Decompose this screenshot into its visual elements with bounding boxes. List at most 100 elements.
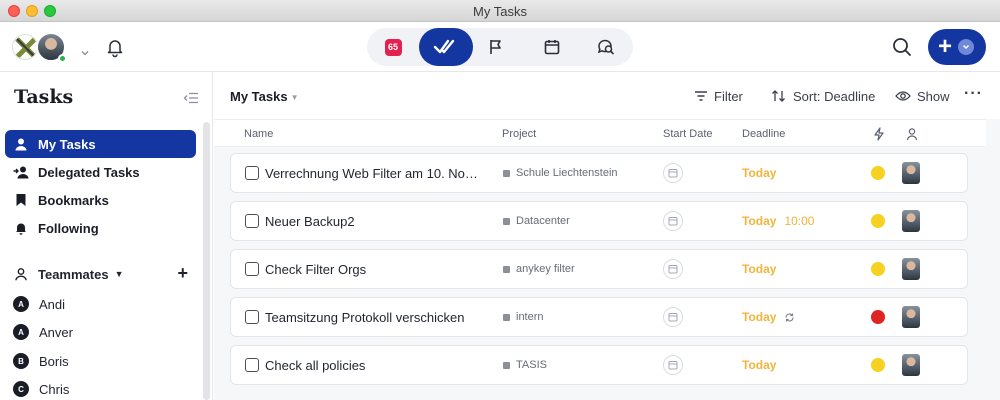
task-checkbox[interactable] — [245, 310, 259, 324]
show-button[interactable]: Show — [895, 86, 950, 106]
teammate-item[interactable]: A Andi — [13, 293, 65, 315]
column-header-start-date[interactable]: Start Date — [663, 128, 713, 140]
task-list-scrollbar[interactable] — [986, 119, 1000, 400]
task-deadline[interactable]: Today — [742, 358, 776, 372]
start-date-button[interactable] — [663, 307, 683, 327]
assignee-avatar[interactable] — [902, 258, 920, 280]
task-project[interactable]: Datacenter — [503, 215, 570, 227]
nav-overview-button[interactable]: 65 — [371, 28, 415, 66]
teammate-item[interactable]: C Chris — [13, 378, 69, 400]
list-toolbar: My Tasks ▼ Filter Sort: Deadline Show ··· — [214, 72, 1000, 119]
filter-icon — [695, 91, 707, 101]
plus-icon: + — [938, 33, 953, 60]
task-name[interactable]: Check Filter Orgs — [265, 262, 479, 277]
tasks-check-icon — [433, 39, 455, 54]
sidebar-item-label: Bookmarks — [38, 192, 109, 208]
sidebar-item-following[interactable]: Following — [5, 214, 196, 242]
column-header-name[interactable]: Name — [244, 128, 273, 140]
task-deadline[interactable]: Today — [742, 262, 776, 276]
filter-button[interactable]: Filter — [694, 86, 743, 106]
energy-indicator[interactable] — [871, 262, 885, 276]
teammate-item[interactable]: B Boris — [13, 350, 69, 372]
start-date-button[interactable] — [663, 355, 683, 375]
sidebar-scrollbar[interactable] — [203, 122, 210, 400]
task-checkbox[interactable] — [245, 262, 259, 276]
nav-chat-button[interactable] — [591, 28, 621, 66]
assignee-avatar[interactable] — [902, 306, 920, 328]
filter-label: Filter — [714, 88, 743, 104]
sidebar-item-bookmarks[interactable]: Bookmarks — [5, 186, 196, 214]
task-row[interactable]: Check all policies TASIS Today — [230, 345, 968, 385]
teammate-avatar: C — [13, 381, 29, 397]
person-icon — [13, 136, 29, 152]
sidebar-item-label: Following — [38, 220, 99, 236]
assignee-avatar[interactable] — [902, 354, 920, 376]
task-deadline[interactable]: Today — [742, 310, 795, 324]
sidebar-title: Tasks — [14, 86, 74, 108]
calendar-icon — [668, 265, 678, 274]
start-date-button[interactable] — [663, 259, 683, 279]
project-color-square — [503, 169, 510, 177]
task-project[interactable]: intern — [503, 311, 544, 323]
column-header-project[interactable]: Project — [502, 128, 536, 140]
start-date-button[interactable] — [663, 211, 683, 231]
sidebar-item-delegated-tasks[interactable]: Delegated Tasks — [5, 158, 196, 186]
task-deadline[interactable]: Today — [742, 166, 776, 180]
nav-calendar-button[interactable] — [537, 28, 567, 66]
add-button[interactable]: + — [928, 29, 986, 65]
task-checkbox[interactable] — [245, 358, 259, 372]
teammate-item[interactable]: A Anver — [13, 321, 73, 343]
calendar-icon — [668, 361, 678, 370]
energy-indicator[interactable] — [871, 310, 885, 324]
task-checkbox[interactable] — [245, 166, 259, 180]
account-switcher[interactable] — [12, 32, 89, 64]
sidebar-item-my-tasks[interactable]: My Tasks — [5, 130, 196, 158]
task-row[interactable]: Verrechnung Web Filter am 10. November S… — [230, 153, 968, 193]
task-name[interactable]: Verrechnung Web Filter am 10. November — [265, 166, 479, 181]
workspace-logo-icon — [12, 34, 38, 60]
start-date-button[interactable] — [663, 163, 683, 183]
bell-icon[interactable] — [104, 36, 126, 58]
more-options-button[interactable]: ··· — [964, 84, 983, 104]
search-icon[interactable] — [890, 35, 914, 59]
sidebar-item-label: Delegated Tasks — [38, 164, 140, 180]
sidebar-item-label: My Tasks — [38, 136, 96, 152]
sort-button[interactable]: Sort: Deadline — [771, 86, 875, 106]
task-name[interactable]: Neuer Backup2 — [265, 214, 479, 229]
lightning-icon[interactable] — [873, 127, 885, 141]
energy-indicator[interactable] — [871, 166, 885, 180]
task-checkbox[interactable] — [245, 214, 259, 228]
task-project-label: Datacenter — [516, 215, 570, 227]
person-outline-icon — [13, 266, 29, 282]
chevron-down-icon — [81, 51, 89, 56]
collapse-sidebar-icon[interactable] — [183, 90, 199, 106]
task-project[interactable]: TASIS — [503, 359, 547, 371]
task-name[interactable]: Check all policies — [265, 358, 479, 373]
energy-indicator[interactable] — [871, 214, 885, 228]
task-deadline[interactable]: Today 10:00 — [742, 214, 814, 228]
deadline-label: Today — [742, 262, 777, 276]
teammate-avatar: A — [13, 296, 29, 312]
teammates-header[interactable]: Teammates ▼ + — [5, 260, 196, 288]
energy-indicator[interactable] — [871, 358, 885, 372]
bookmark-icon — [13, 192, 29, 208]
add-teammate-button[interactable]: + — [177, 264, 188, 282]
task-row[interactable]: Check Filter Orgs anykey filter Today — [230, 249, 968, 289]
task-row[interactable]: Teamsitzung Protokoll verschicken intern… — [230, 297, 968, 337]
assignee-avatar[interactable] — [902, 210, 920, 232]
task-project[interactable]: anykey filter — [503, 263, 575, 275]
nav-goals-button[interactable] — [481, 28, 511, 66]
assignee-icon[interactable] — [906, 127, 918, 141]
task-row[interactable]: Neuer Backup2 Datacenter Today 10:00 — [230, 201, 968, 241]
task-project[interactable]: Schule Liechtenstein — [503, 167, 618, 179]
column-header-deadline[interactable]: Deadline — [742, 128, 785, 140]
teammate-name: Chris — [39, 381, 70, 397]
project-color-square — [503, 313, 510, 321]
assignee-avatar[interactable] — [902, 162, 920, 184]
calendar-icon — [668, 313, 678, 322]
delegate-icon — [13, 164, 29, 180]
task-name[interactable]: Teamsitzung Protokoll verschicken — [265, 310, 479, 325]
chevron-down-icon[interactable] — [958, 39, 975, 55]
nav-tasks-button[interactable] — [419, 28, 473, 66]
view-selector[interactable]: My Tasks ▼ — [230, 89, 299, 104]
